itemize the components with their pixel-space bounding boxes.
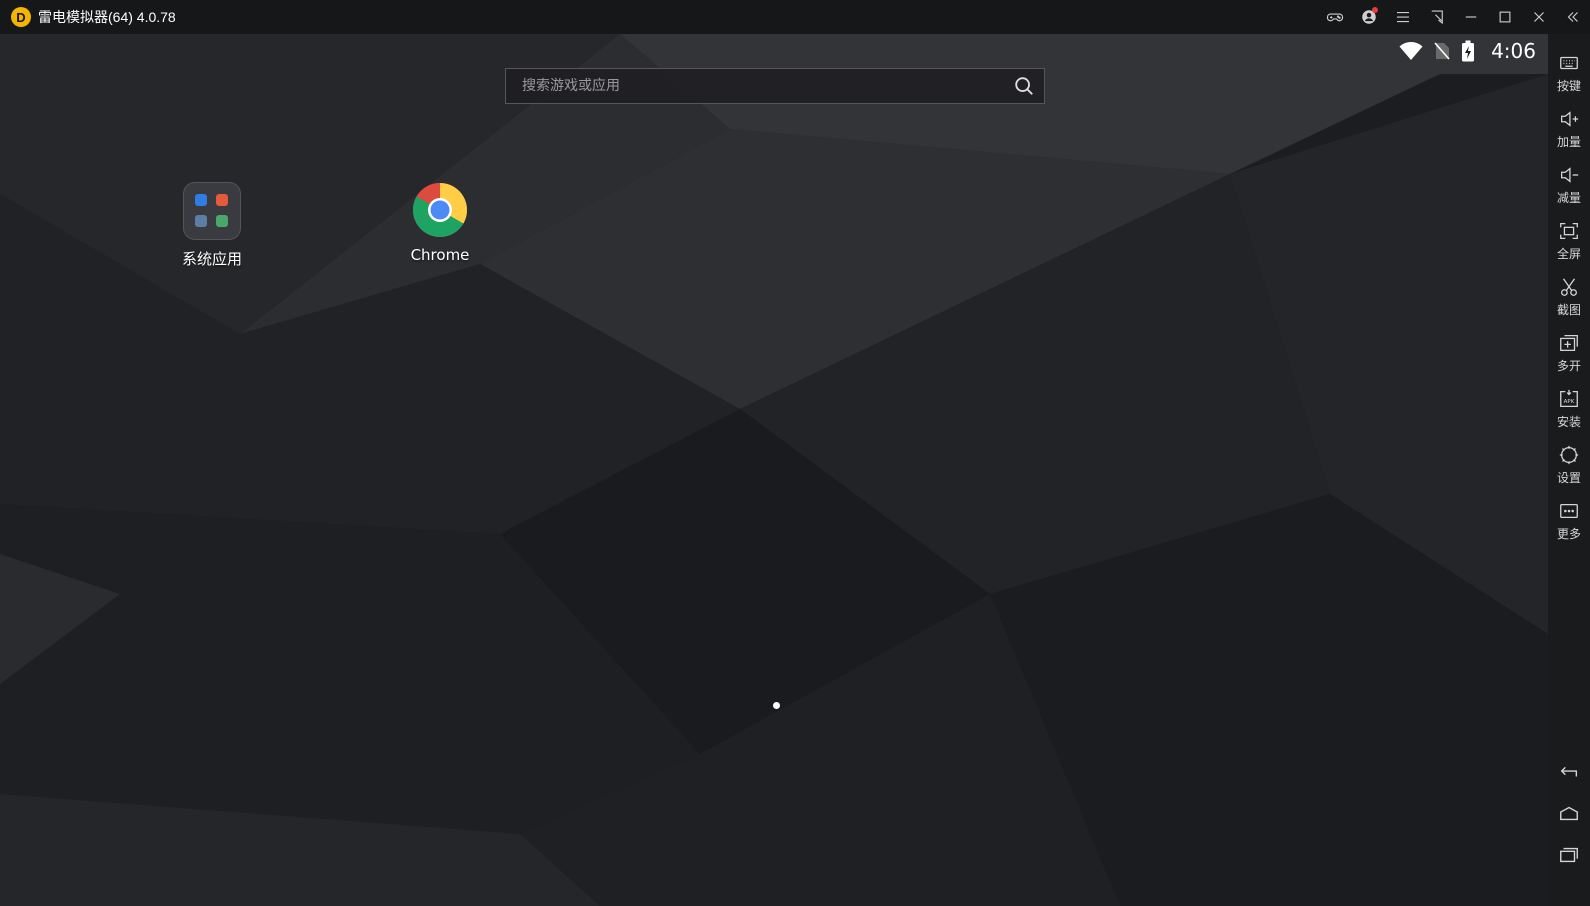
app-label: Chrome: [410, 246, 470, 264]
sidebar-item-more[interactable]: 更多: [1548, 500, 1590, 542]
nav-back-button[interactable]: [1548, 756, 1590, 786]
right-toolbar: 按键 加量 减量 全屏 截图 多开 APK 安装 设置 更多: [1548, 34, 1590, 906]
mini-app-icon: [216, 194, 228, 206]
keyboard-icon: [1560, 56, 1578, 70]
sidebar-item-volume-up[interactable]: 加量: [1548, 108, 1590, 150]
collapse-sidebar-button[interactable]: [1556, 0, 1590, 34]
recents-icon: [1560, 847, 1578, 863]
sidebar-item-multi-instance[interactable]: 多开: [1548, 332, 1590, 374]
app-system-apps[interactable]: 系统应用: [157, 182, 267, 269]
gamepad-button[interactable]: [1318, 0, 1352, 34]
minimize-icon: [1465, 16, 1477, 18]
nav-home-button[interactable]: [1548, 798, 1590, 828]
sidebar-label: 按键: [1556, 79, 1581, 93]
emulator-window: D 雷电模拟器(64) 4.0.78 4:06 搜索游戏或应用 系统应用 Chr…: [0, 0, 1590, 906]
wifi-icon: [1399, 42, 1423, 60]
search-button[interactable]: [1004, 69, 1044, 103]
sidebar-label: 全屏: [1556, 247, 1581, 261]
sidebar-item-screenshot[interactable]: 截图: [1548, 276, 1590, 318]
folder-icon: [183, 182, 241, 240]
search-input[interactable]: [506, 68, 1004, 104]
home-icon: [1560, 806, 1578, 821]
apk-install-icon: APK: [1560, 389, 1578, 407]
pin-button[interactable]: [1420, 0, 1454, 34]
mini-app-icon: [195, 194, 207, 206]
app-label: 系统应用: [181, 250, 242, 268]
fullscreen-icon: [1560, 223, 1578, 239]
status-clock: 4:06: [1491, 39, 1536, 63]
volume-down-icon: [1561, 167, 1579, 183]
minimize-button[interactable]: [1454, 0, 1488, 34]
sidebar-item-volume-down[interactable]: 减量: [1548, 164, 1590, 206]
settings-gear-icon: [1559, 445, 1579, 465]
chrome-icon: [412, 183, 468, 238]
sidebar-label: 截图: [1556, 303, 1581, 317]
nav-recents-button[interactable]: [1548, 840, 1590, 870]
close-icon: [1534, 12, 1544, 22]
menu-button[interactable]: [1386, 0, 1420, 34]
close-button[interactable]: [1522, 0, 1556, 34]
wallpaper: [0, 34, 1548, 906]
page-indicator-dot: [773, 702, 780, 709]
collapse-icon: [1567, 12, 1578, 22]
sidebar-item-keymap[interactable]: 按键: [1548, 52, 1590, 94]
sidebar-label: 安装: [1556, 415, 1581, 429]
pin-icon: [1431, 10, 1443, 25]
window-title: 雷电模拟器(64) 4.0.78: [38, 9, 176, 25]
sidebar-item-install-apk[interactable]: APK 安装: [1548, 388, 1590, 430]
sidebar-label: 多开: [1556, 359, 1581, 373]
title-controls: [1318, 0, 1590, 34]
account-button[interactable]: [1352, 0, 1386, 34]
back-icon: [1560, 766, 1578, 777]
sidebar-label: 减量: [1556, 191, 1581, 205]
gamepad-icon: [1326, 13, 1344, 22]
app-logo-icon: D: [11, 7, 31, 27]
app-chrome[interactable]: Chrome: [385, 182, 495, 264]
maximize-button[interactable]: [1488, 0, 1522, 34]
battery-charging-icon: [1462, 40, 1475, 62]
search-icon: [1015, 77, 1033, 95]
status-bar: 4:06: [1399, 38, 1536, 64]
notification-dot: [1372, 7, 1378, 13]
svg-text:APK: APK: [1564, 399, 1575, 405]
menu-icon: [1397, 11, 1409, 23]
sidebar-label: 更多: [1556, 527, 1581, 541]
more-icon: [1560, 503, 1578, 519]
no-sim-icon: [1434, 42, 1450, 60]
search-bar: [505, 68, 1045, 104]
title-bar: D 雷电模拟器(64) 4.0.78: [0, 0, 1590, 34]
mini-app-icon: [216, 215, 228, 227]
volume-up-icon: [1561, 111, 1579, 127]
scissors-icon: [1561, 278, 1577, 296]
sidebar-item-settings[interactable]: 设置: [1548, 444, 1590, 486]
maximize-icon: [1499, 11, 1511, 23]
sidebar-item-fullscreen[interactable]: 全屏: [1548, 220, 1590, 262]
multi-instance-icon: [1560, 335, 1578, 351]
sidebar-label: 加量: [1556, 135, 1581, 149]
android-screen[interactable]: 4:06 系统应用: [0, 34, 1548, 906]
sidebar-label: 设置: [1556, 471, 1581, 485]
mini-app-icon: [195, 215, 207, 227]
